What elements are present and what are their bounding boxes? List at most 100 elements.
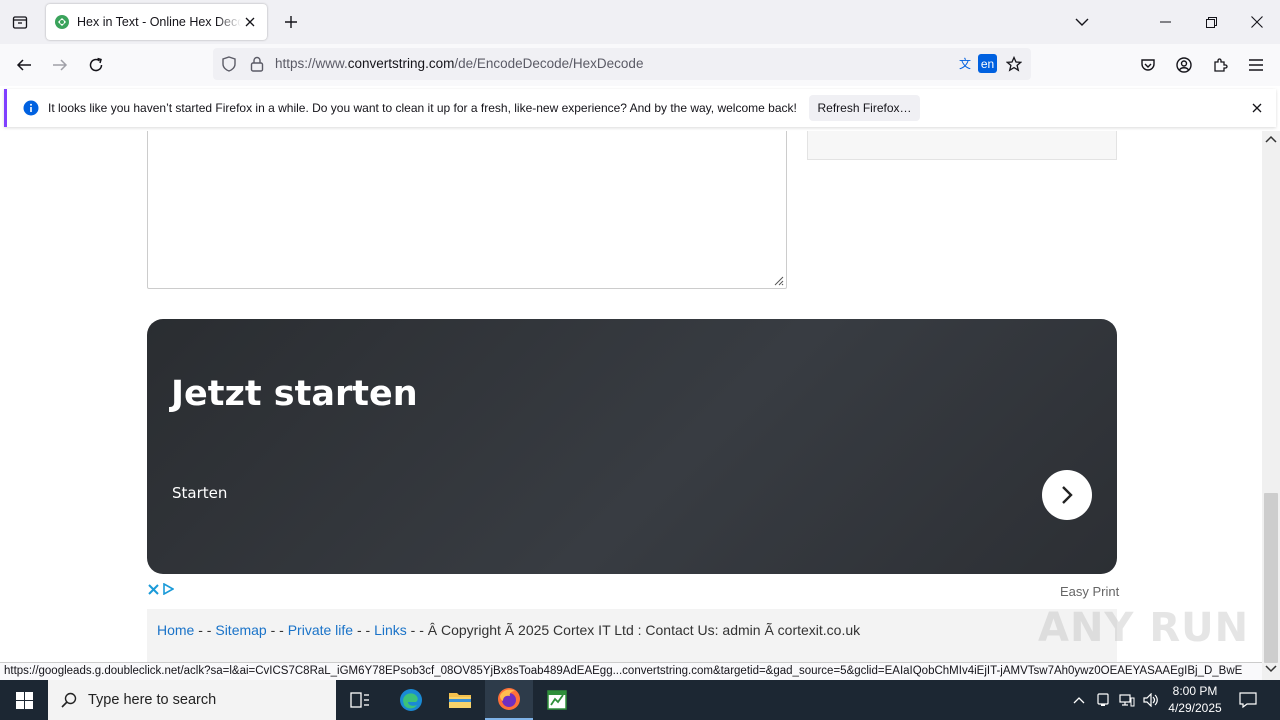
extensions-button[interactable] [1205, 50, 1235, 80]
account-button[interactable] [1169, 50, 1199, 80]
footer-copyright: Â Copyright Ã 2025 Cortex IT Ltd : Conta… [427, 622, 861, 638]
list-all-tabs-button[interactable] [1059, 0, 1105, 44]
chevron-right-icon [1062, 486, 1073, 504]
svg-text:文: 文 [959, 56, 971, 71]
sidebar-panel [807, 131, 1117, 160]
footer-link-home[interactable]: Home [157, 622, 194, 638]
arrow-right-icon [53, 59, 68, 71]
notification-close-button[interactable] [1249, 100, 1265, 116]
firefox-view-icon [12, 16, 28, 29]
account-icon [1176, 57, 1192, 73]
edge-browser-icon [400, 689, 422, 711]
footer-separator: - - [353, 622, 375, 638]
task-view-button[interactable] [336, 680, 384, 720]
anyrun-watermark: ANY RUN [1038, 605, 1250, 651]
scroll-up-arrow-icon[interactable] [1265, 135, 1277, 143]
task-view-icon [350, 692, 369, 708]
close-icon[interactable] [148, 583, 159, 595]
minimize-icon [1159, 21, 1171, 23]
refresh-firefox-button[interactable]: Refresh Firefox… [809, 95, 920, 121]
bookmark-star-icon[interactable] [1005, 55, 1023, 73]
address-bar[interactable]: https://www.convertstring.com/de/EncodeD… [213, 48, 1031, 80]
forward-button[interactable] [45, 50, 75, 80]
adchoices-icon[interactable] [162, 583, 174, 595]
app-menu-button[interactable] [1241, 50, 1271, 80]
page-scrollbar[interactable] [1262, 131, 1280, 680]
info-icon [23, 100, 39, 116]
show-hidden-icons-button[interactable] [1068, 680, 1090, 720]
reload-icon [89, 57, 103, 72]
tab-bar: Hex in Text - Online Hex Decoder [0, 0, 1280, 44]
clock-time: 8:00 PM [1172, 684, 1218, 698]
firefox-icon [498, 688, 520, 710]
edge-taskbar-button[interactable] [387, 680, 435, 720]
url-host: convertstring.com [347, 56, 455, 71]
url-path: /de/EncodeDecode/HexDecode [454, 56, 644, 71]
puzzle-icon [1214, 58, 1228, 72]
windows-taskbar: Type here to search 8:00 PM 4/29/2025 [0, 680, 1280, 720]
lock-icon[interactable] [248, 55, 266, 73]
search-placeholder: Type here to search [88, 692, 217, 708]
ad-advertiser-name[interactable]: Easy Print [1060, 584, 1119, 599]
close-icon [1252, 103, 1262, 113]
translate-icon[interactable]: 文 [958, 55, 976, 73]
file-explorer-taskbar-button[interactable] [436, 680, 484, 720]
pocket-button[interactable] [1133, 50, 1163, 80]
hamburger-menu-icon [1249, 59, 1263, 71]
folder-icon [449, 693, 471, 708]
link-status-bar: https://googleads.g.doubleclick.net/aclk… [0, 662, 1262, 680]
ad-start-button[interactable] [1042, 470, 1092, 520]
footer-line: Home - - Sitemap - - Private life - - Li… [157, 622, 860, 638]
footer-link-links[interactable]: Links [374, 622, 407, 638]
translate-language-badge[interactable]: en [978, 54, 997, 73]
footer-link-private-life[interactable]: Private life [288, 622, 353, 638]
footer-separator: - - [406, 622, 428, 638]
tab-active[interactable]: Hex in Text - Online Hex Decoder [46, 4, 267, 40]
restore-icon [1205, 16, 1217, 28]
ad-choices[interactable] [148, 583, 174, 595]
tray-app-icon[interactable] [1093, 680, 1113, 720]
back-button[interactable] [9, 50, 39, 80]
tab-close-button[interactable] [241, 13, 259, 31]
device-icon [1097, 693, 1109, 706]
new-tab-button[interactable] [278, 9, 304, 35]
close-icon [1251, 16, 1263, 28]
taskbar-clock[interactable]: 8:00 PM 4/29/2025 [1160, 683, 1230, 717]
firefox-taskbar-button[interactable] [485, 680, 533, 720]
minimize-button[interactable] [1142, 0, 1188, 44]
restore-button[interactable] [1188, 0, 1234, 44]
notifications-button[interactable] [1234, 680, 1262, 720]
firefox-refresh-notification: It looks like you haven’t started Firefo… [4, 89, 1276, 127]
plus-icon [285, 16, 297, 28]
notepad-taskbar-button[interactable] [533, 680, 581, 720]
url-prefix: https://www. [275, 56, 348, 71]
taskbar-search-box[interactable]: Type here to search [48, 680, 336, 720]
clock-date: 4/29/2025 [1168, 701, 1222, 715]
scrollbar-thumb[interactable] [1264, 493, 1278, 663]
resize-grip-icon[interactable] [772, 274, 784, 286]
search-icon [61, 692, 77, 708]
pocket-icon [1141, 59, 1155, 71]
footer-separator: - - [194, 622, 216, 638]
network-icon [1119, 694, 1135, 707]
network-tray-button[interactable] [1116, 680, 1138, 720]
notification-chat-icon [1239, 692, 1257, 708]
reload-button[interactable] [81, 50, 111, 80]
chevron-up-icon [1073, 697, 1085, 704]
speaker-icon [1143, 693, 1158, 707]
start-button[interactable] [0, 680, 48, 720]
close-window-button[interactable] [1234, 0, 1280, 44]
ad-subtitle: Starten [172, 484, 228, 502]
tracking-protection-shield-icon[interactable] [220, 55, 238, 73]
windows-logo-icon [15, 691, 33, 709]
scroll-down-arrow-icon[interactable] [1265, 665, 1277, 673]
footer-link-sitemap[interactable]: Sitemap [215, 622, 266, 638]
page-content: Jetzt starten Starten Easy Print Home - … [0, 131, 1262, 662]
firefox-view-button[interactable] [6, 8, 34, 36]
volume-tray-button[interactable] [1140, 680, 1162, 720]
chevron-down-icon [1075, 18, 1089, 26]
advertisement-card[interactable]: Jetzt starten Starten [147, 319, 1117, 574]
url-text[interactable]: https://www.convertstring.com/de/EncodeD… [275, 56, 643, 71]
arrow-left-icon [16, 59, 31, 71]
output-textarea[interactable] [147, 131, 787, 289]
